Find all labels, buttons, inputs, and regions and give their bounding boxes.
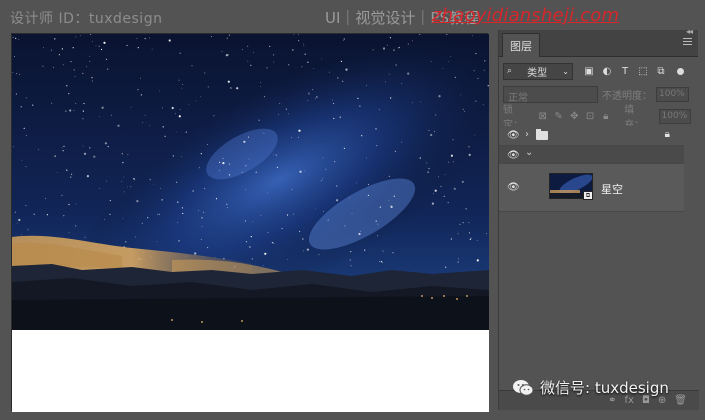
chevron-down-icon[interactable]: ⌄ [525, 147, 533, 158]
filter-kind-select[interactable]: ⌕ 类型 ⌄ [503, 62, 573, 80]
shape-filter-icon[interactable]: ⬚ [637, 65, 649, 77]
folder-icon [536, 129, 548, 140]
fill-field[interactable]: 100% [658, 108, 691, 124]
visibility-eye-icon[interactable]: 👁︎ [507, 182, 520, 193]
chevron-right-icon[interactable]: › [525, 129, 529, 140]
smart-object-badge-icon: ⧉ [583, 191, 593, 200]
lock-all-icon[interactable]: 🔒︎ [600, 111, 611, 122]
watermark-bar: 设计师 ID：tuxdesign UI｜视觉设计｜PS教程 zhaoyidian… [0, 0, 705, 32]
lock-position-icon[interactable]: ✥ [569, 111, 580, 122]
image-filter-icon[interactable]: ▣ [583, 65, 595, 77]
filter-toggle[interactable] [677, 67, 684, 75]
layer-list: 👁︎ › 🔒︎ 👁︎ ⌄ 👁︎ ⧉ 星空 [499, 126, 684, 212]
layer-row-starry-sky[interactable]: 👁︎ ⧉ 星空 [499, 164, 684, 212]
chevron-down-icon: ⌄ [562, 66, 569, 76]
layer-row-group[interactable]: 👁︎ › 🔒︎ [499, 126, 684, 146]
collapse-panel-icon[interactable]: ◂◂ [686, 27, 693, 36]
adjustment-filter-icon[interactable]: ◐ [601, 65, 613, 77]
visibility-eye-icon[interactable]: 👁︎ [507, 130, 520, 141]
document-canvas[interactable] [11, 33, 489, 412]
layer-lock-icon: 🔒︎ [664, 129, 670, 140]
layers-panel: ◂◂ 图层 ⌕ 类型 ⌄ ▣ ◐ T ⬚ ⧉ 正常 不透明度： 100% 锁定：… [498, 27, 699, 410]
type-filter-icon[interactable]: T [619, 65, 631, 77]
opacity-label: 不透明度： [602, 90, 652, 102]
filter-kind-label: 类型 [527, 67, 548, 79]
wechat-id-label: 微信号: tuxdesign [540, 379, 669, 397]
tab-layers[interactable]: 图层 [502, 33, 540, 57]
panel-header: ◂◂ 图层 [499, 27, 698, 57]
starry-sky-image [12, 34, 489, 412]
search-icon: ⌕ [507, 66, 513, 76]
wechat-watermark: 微信号: tuxdesign [512, 377, 669, 398]
wechat-icon [513, 379, 534, 396]
trash-icon[interactable]: 🗑︎ [674, 395, 687, 406]
lock-transparent-pixels-icon[interactable]: ⊠ [537, 111, 548, 122]
lock-artboard-icon[interactable]: ⊡ [585, 111, 596, 122]
layer-row-expanded-group[interactable]: 👁︎ ⌄ [499, 146, 684, 164]
layer-filter-row: ⌕ 类型 ⌄ ▣ ◐ T ⬚ ⧉ [503, 62, 691, 80]
url-watermark: zhaoyidiansheji.com [432, 5, 620, 26]
lock-row: 锁定： ⊠ ✎ ✥ ⊡ 🔒︎ 填充： 100% [503, 105, 691, 131]
designer-id-watermark: 设计师 ID：tuxdesign [10, 11, 163, 27]
blend-mode-select[interactable]: 正常 [503, 85, 598, 104]
panel-menu-icon[interactable] [683, 38, 692, 45]
layer-name[interactable]: 星空 [601, 181, 623, 197]
opacity-field[interactable]: 100% [656, 86, 689, 102]
visibility-eye-icon[interactable]: 👁︎ [507, 150, 520, 161]
lock-image-pixels-icon[interactable]: ✎ [553, 111, 564, 122]
smart-object-filter-icon[interactable]: ⧉ [655, 65, 667, 77]
